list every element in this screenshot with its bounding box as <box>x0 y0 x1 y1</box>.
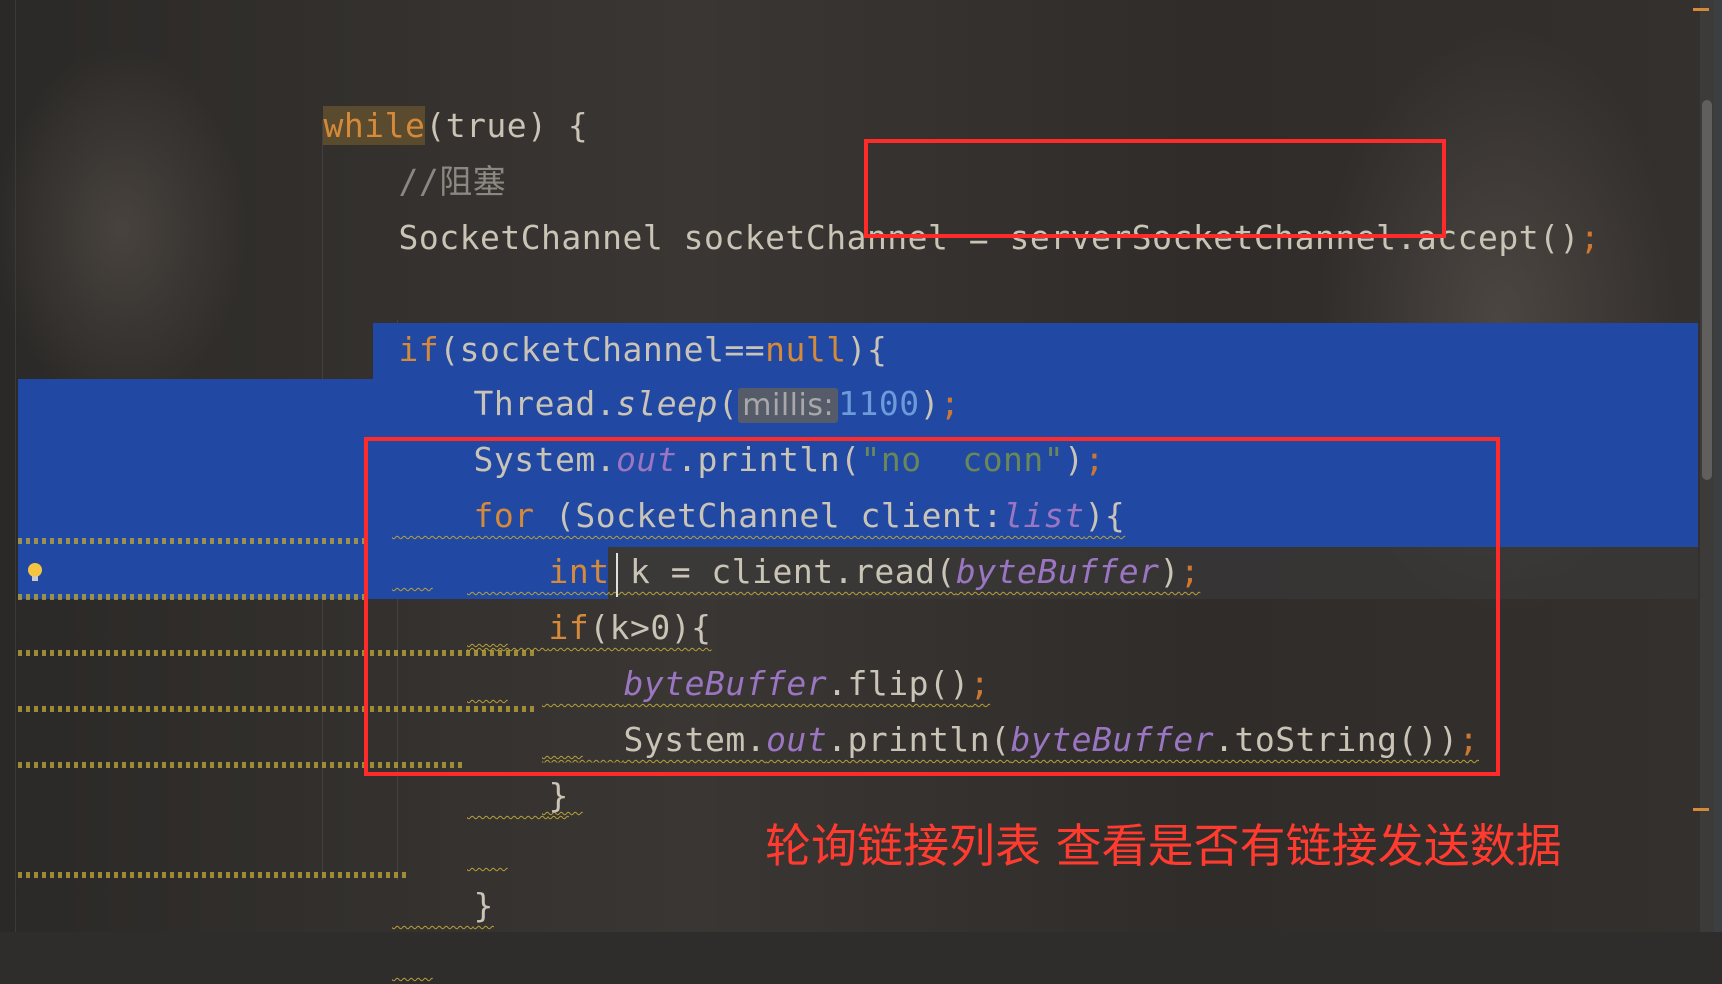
gutter-divider <box>15 0 16 932</box>
error-stripe-mark[interactable] <box>1693 808 1709 811</box>
warning-underline <box>18 594 368 600</box>
closing-brace: } <box>473 886 494 925</box>
error-stripe-mark[interactable] <box>1693 8 1709 11</box>
highlight-box-loop <box>364 437 1500 776</box>
semicolon: ; <box>1579 218 1601 257</box>
tool-window-strip[interactable] <box>1714 0 1722 932</box>
code-line-while: while(true) { <box>242 48 588 145</box>
code-line-if-null: if(socketChannel==null){ <box>317 272 887 369</box>
closing-brace: } <box>548 776 569 815</box>
code-line-comment: //阻塞 <box>317 104 506 201</box>
warning-underline <box>18 872 408 878</box>
code-line-println-no-conn: System.out.println("no conn"); <box>392 382 1105 479</box>
warning-underline <box>18 538 368 544</box>
scrollbar-thumb[interactable] <box>1702 100 1712 480</box>
highlight-box-accept <box>864 139 1446 238</box>
code-line-sleep: Thread.sleep(millis: 1100); <box>392 326 960 423</box>
intention-bulb-icon[interactable] <box>28 563 42 581</box>
annotation-text: 轮询链接列表 查看是否有链接发送数据 <box>765 819 1562 873</box>
